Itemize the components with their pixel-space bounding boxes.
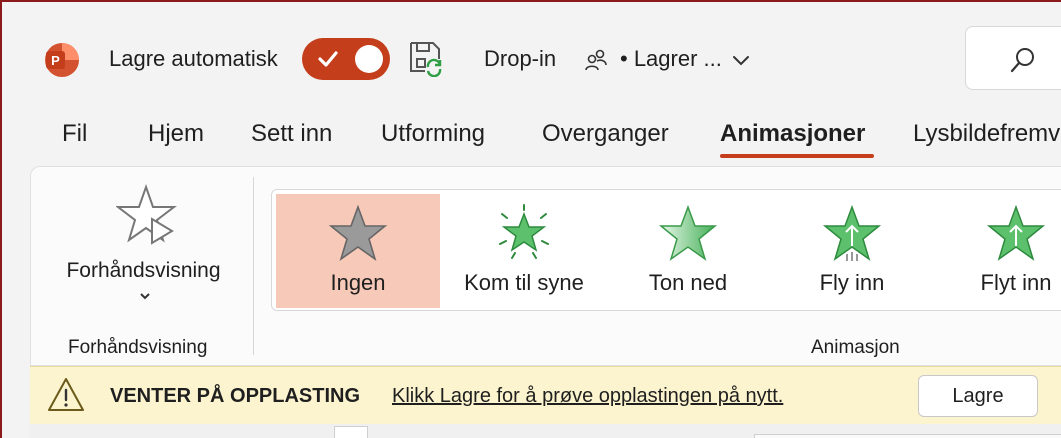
warning-title: VENTER PÅ OPPLASTING [110,385,361,407]
notes-panel-edge [754,434,1061,438]
tab-animasjoner[interactable]: Animasjoner [720,120,865,148]
animation-item-fly-inn[interactable]: Fly inn [772,194,932,308]
animation-item-flyt-inn[interactable]: Flyt inn [936,194,1061,308]
app-window: P Lagre automatisk Drop-in • Lagrer ... [0,0,1061,438]
warning-icon [48,378,84,411]
star-fly-in-icon [822,204,882,261]
tab-hjem[interactable]: Hjem [148,120,204,148]
ribbon-tabs: Fil Hjem Sett inn Utforming Overganger A… [2,120,1061,160]
tab-fil[interactable]: Fil [62,120,87,148]
svg-text:P: P [51,53,60,68]
star-fade-icon [658,204,718,261]
save-button[interactable]: Lagre [918,375,1038,417]
star-float-in-icon [986,204,1046,261]
powerpoint-logo-icon[interactable]: P [44,42,80,78]
upload-warning-bar: VENTER PÅ OPPLASTING Klikk Lagre for å p… [30,366,1061,424]
animation-item-label: Ingen [330,270,386,295]
toggle-knob [355,45,383,73]
tab-utforming[interactable]: Utforming [381,120,485,148]
animation-item-ton-ned[interactable]: Ton ned [608,194,768,308]
tab-overganger[interactable]: Overganger [542,120,669,148]
preview-group: Forhåndsvisning Forhåndsvisning [31,167,253,367]
preview-group-label: Forhåndsvisning [68,337,208,358]
animation-item-label: Fly inn [819,270,885,295]
animation-item-label: Ton ned [648,270,728,295]
animation-gallery: Ingen Kom til syne Ton ned Fly inn Flyt … [271,189,1061,311]
tab-lysbildefremvisning[interactable]: Lysbildefremv [913,120,1060,148]
animation-item-label: Kom til syne [464,270,584,295]
tab-sett-inn[interactable]: Sett inn [251,120,332,148]
animation-group-label: Animasjon [811,337,900,358]
checkmark-icon [318,51,338,67]
group-divider [253,177,254,355]
search-box[interactable] [965,26,1061,90]
retry-upload-link[interactable]: Klikk Lagre for å prøve opplastingen på … [392,385,783,408]
animation-item-kom-til-syne[interactable]: Kom til syne [444,194,604,308]
chevron-down-icon [140,293,150,300]
chevron-down-icon[interactable] [730,49,752,71]
ribbon-panel: Forhåndsvisning Forhåndsvisning Ingen Ko… [30,166,1061,366]
autosave-toggle[interactable] [302,38,390,80]
shared-people-icon [585,49,607,71]
save-status: • Lagrer ... [620,46,722,71]
star-appear-icon [499,204,549,259]
animation-item-ingen[interactable]: Ingen [276,194,440,308]
search-icon [1010,48,1034,73]
active-tab-indicator [720,154,874,158]
preview-button-label: Forhåndsvisning [66,259,221,282]
autosave-label: Lagre automatisk [109,46,278,71]
save-sync-icon[interactable] [407,39,445,77]
document-title[interactable]: Drop-in [484,46,556,72]
scrollbar-stub[interactable] [334,426,368,438]
preview-star-icon [116,183,177,245]
star-none-icon [328,204,388,261]
animation-item-label: Flyt inn [980,270,1052,295]
title-bar: P Lagre automatisk Drop-in • Lagrer ... [2,2,1061,112]
